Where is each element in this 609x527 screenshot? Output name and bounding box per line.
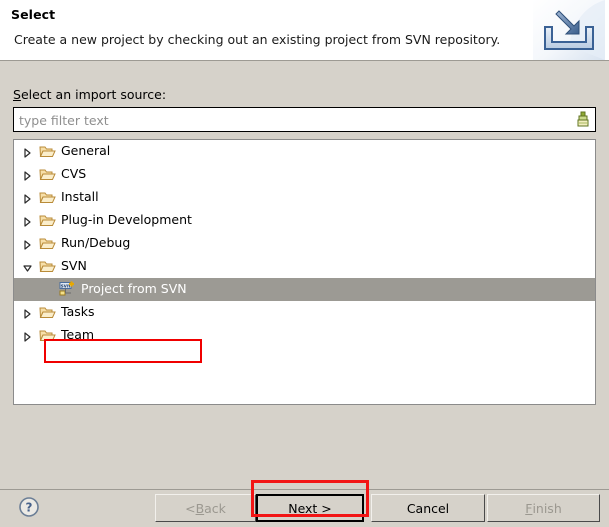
finish-button-rest: inish [532,500,562,516]
filter-input-placeholder: type filter text [19,113,109,128]
tree-item-label: General [61,143,111,158]
next-button[interactable]: Next > [256,494,364,522]
cancel-button-label: Cancel [406,500,450,516]
folder-icon [39,236,56,251]
chevron-right-icon[interactable] [23,239,32,250]
svg-text:?: ? [26,501,33,515]
tree-item-label: Run/Debug [61,235,131,250]
finish-button-mnemonic: F [525,500,533,516]
chevron-down-icon[interactable] [23,262,32,272]
back-button-prefix: < [185,500,196,516]
tree-row-selected[interactable]: svn Project from SVN [14,278,595,301]
tree-row[interactable]: SVN [14,255,595,278]
folder-icon [39,190,56,205]
page-description: Create a new project by checking out an … [14,32,501,47]
chevron-right-icon[interactable] [23,193,32,204]
help-icon[interactable]: ? [18,496,40,518]
folder-icon [39,144,56,159]
tree-item-label: Project from SVN [81,281,187,296]
dialog-body: Select an import source: type filter tex… [0,61,609,489]
tree-item-label: Tasks [61,304,95,319]
tree-row[interactable]: CVS [14,163,595,186]
folder-icon [39,305,56,320]
back-button[interactable]: < Back [155,494,256,522]
import-source-label-rest: elect an import source: [20,87,167,102]
chevron-right-icon[interactable] [23,331,32,342]
svn-project-icon: svn [59,281,76,297]
back-button-mnemonic: B [195,500,205,516]
chevron-right-icon[interactable] [23,170,32,181]
tree-item-label: CVS [61,166,87,181]
tree-row[interactable]: General [14,140,595,163]
folder-icon [39,259,56,274]
import-source-label-mnemonic: S [13,87,21,102]
dialog-header: Select Create a new project by checking … [0,0,609,61]
chevron-right-icon[interactable] [23,216,32,227]
tree-row[interactable]: Tasks [14,301,595,324]
dialog-footer: ? < Back Next > Cancel Finish [0,489,609,527]
tree-row[interactable]: Team [14,324,595,347]
tree-item-label: Team [61,327,95,342]
finish-button[interactable]: Finish [487,494,600,522]
tree-item-label: SVN [61,258,87,273]
back-button-rest: ack [204,500,226,516]
folder-icon [39,167,56,182]
tree-row[interactable]: Install [14,186,595,209]
page-title: Select [11,7,56,22]
next-button-mnemonic: N [288,500,298,516]
folder-icon [39,213,56,228]
tree-row[interactable]: Run/Debug [14,232,595,255]
clear-filter-icon[interactable] [574,111,592,129]
tree-row[interactable]: Plug-in Development [14,209,595,232]
chevron-right-icon[interactable] [23,308,32,319]
filter-input[interactable]: type filter text [13,107,596,132]
import-source-label: Select an import source: [13,87,166,102]
import-wizard-icon [533,0,605,60]
tree-item-label: Install [61,189,99,204]
cancel-button[interactable]: Cancel [371,494,485,522]
import-source-tree[interactable]: General CVS Install Plug-in Development … [13,139,596,405]
tree-item-label: Plug-in Development [61,212,192,227]
next-button-rest: ext > [297,500,332,516]
folder-icon [39,328,56,343]
chevron-right-icon[interactable] [23,147,32,158]
